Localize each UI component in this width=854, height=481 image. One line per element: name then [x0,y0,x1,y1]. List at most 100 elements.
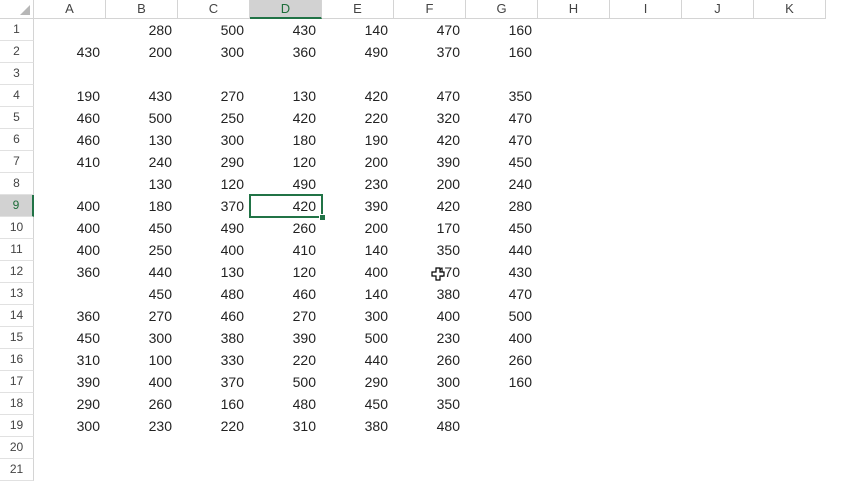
cell-g17[interactable]: 160 [466,371,538,393]
cell-a14[interactable]: 360 [34,305,106,327]
cell-c18[interactable]: 160 [178,393,250,415]
cell-a5[interactable]: 460 [34,107,106,129]
cell-d16[interactable]: 220 [250,349,322,371]
cell-a17[interactable]: 390 [34,371,106,393]
cell-e21[interactable] [322,459,394,481]
row-header-20[interactable]: 20 [0,437,34,459]
cell-d20[interactable] [250,437,322,459]
cell-c14[interactable]: 460 [178,305,250,327]
cell-c5[interactable]: 250 [178,107,250,129]
cell-a19[interactable]: 300 [34,415,106,437]
cell-e5[interactable]: 220 [322,107,394,129]
cell-a3[interactable] [34,63,106,85]
cell-d8[interactable]: 490 [250,173,322,195]
cell-e12[interactable]: 400 [322,261,394,283]
cell-f13[interactable]: 380 [394,283,466,305]
cell-b12[interactable]: 440 [106,261,178,283]
row-header-18[interactable]: 18 [0,393,34,415]
cell-f17[interactable]: 300 [394,371,466,393]
cell-f15[interactable]: 230 [394,327,466,349]
cell-d4[interactable]: 130 [250,85,322,107]
cell-b15[interactable]: 300 [106,327,178,349]
row-header-10[interactable]: 10 [0,217,34,239]
row-header-21[interactable]: 21 [0,459,34,481]
cell-d7[interactable]: 120 [250,151,322,173]
column-header-e[interactable]: E [322,0,394,19]
cell-c12[interactable]: 130 [178,261,250,283]
cell-g4[interactable]: 350 [466,85,538,107]
cell-f1[interactable]: 470 [394,19,466,41]
cell-c3[interactable] [178,63,250,85]
column-header-k[interactable]: K [754,0,826,19]
cell-g20[interactable] [466,437,538,459]
cell-e4[interactable]: 420 [322,85,394,107]
row-header-8[interactable]: 8 [0,173,34,195]
cell-c1[interactable]: 500 [178,19,250,41]
row-header-3[interactable]: 3 [0,63,34,85]
cell-c19[interactable]: 220 [178,415,250,437]
cell-b14[interactable]: 270 [106,305,178,327]
cell-g19[interactable] [466,415,538,437]
cell-g3[interactable] [466,63,538,85]
cell-c9[interactable]: 370 [178,195,250,217]
cell-d2[interactable]: 360 [250,41,322,63]
column-header-h[interactable]: H [538,0,610,19]
cell-a13[interactable] [34,283,106,305]
cell-d13[interactable]: 460 [250,283,322,305]
cell-d3[interactable] [250,63,322,85]
cell-b4[interactable]: 430 [106,85,178,107]
row-header-17[interactable]: 17 [0,371,34,393]
cell-g13[interactable]: 470 [466,283,538,305]
row-header-14[interactable]: 14 [0,305,34,327]
cell-c13[interactable]: 480 [178,283,250,305]
cell-f3[interactable] [394,63,466,85]
cell-a21[interactable] [34,459,106,481]
cell-f14[interactable]: 400 [394,305,466,327]
cell-a6[interactable]: 460 [34,129,106,151]
column-header-j[interactable]: J [682,0,754,19]
cell-g14[interactable]: 500 [466,305,538,327]
cell-b13[interactable]: 450 [106,283,178,305]
cell-f2[interactable]: 370 [394,41,466,63]
cell-a4[interactable]: 190 [34,85,106,107]
cell-c11[interactable]: 400 [178,239,250,261]
cell-b3[interactable] [106,63,178,85]
cell-d17[interactable]: 500 [250,371,322,393]
row-header-4[interactable]: 4 [0,85,34,107]
cell-c17[interactable]: 370 [178,371,250,393]
cell-d21[interactable] [250,459,322,481]
cell-e8[interactable]: 230 [322,173,394,195]
cell-d14[interactable]: 270 [250,305,322,327]
cell-a1[interactable] [34,19,106,41]
cell-c8[interactable]: 120 [178,173,250,195]
column-header-a[interactable]: A [34,0,106,19]
row-header-6[interactable]: 6 [0,129,34,151]
cell-f4[interactable]: 470 [394,85,466,107]
cell-d15[interactable]: 390 [250,327,322,349]
cell-f20[interactable] [394,437,466,459]
row-header-5[interactable]: 5 [0,107,34,129]
cell-e16[interactable]: 440 [322,349,394,371]
cell-g11[interactable]: 440 [466,239,538,261]
cell-e10[interactable]: 200 [322,217,394,239]
cell-b10[interactable]: 450 [106,217,178,239]
cell-e7[interactable]: 200 [322,151,394,173]
column-header-d[interactable]: D [250,0,322,19]
cell-a12[interactable]: 360 [34,261,106,283]
cell-b2[interactable]: 200 [106,41,178,63]
row-header-19[interactable]: 19 [0,415,34,437]
cell-b7[interactable]: 240 [106,151,178,173]
cell-f21[interactable] [394,459,466,481]
cell-d6[interactable]: 180 [250,129,322,151]
cell-a8[interactable] [34,173,106,195]
cell-g9[interactable]: 280 [466,195,538,217]
cell-g1[interactable]: 160 [466,19,538,41]
cell-f6[interactable]: 420 [394,129,466,151]
row-header-9[interactable]: 9 [0,195,34,217]
cell-e11[interactable]: 140 [322,239,394,261]
cell-e13[interactable]: 140 [322,283,394,305]
cell-e19[interactable]: 380 [322,415,394,437]
cell-b17[interactable]: 400 [106,371,178,393]
cell-b5[interactable]: 500 [106,107,178,129]
cell-f9[interactable]: 420 [394,195,466,217]
